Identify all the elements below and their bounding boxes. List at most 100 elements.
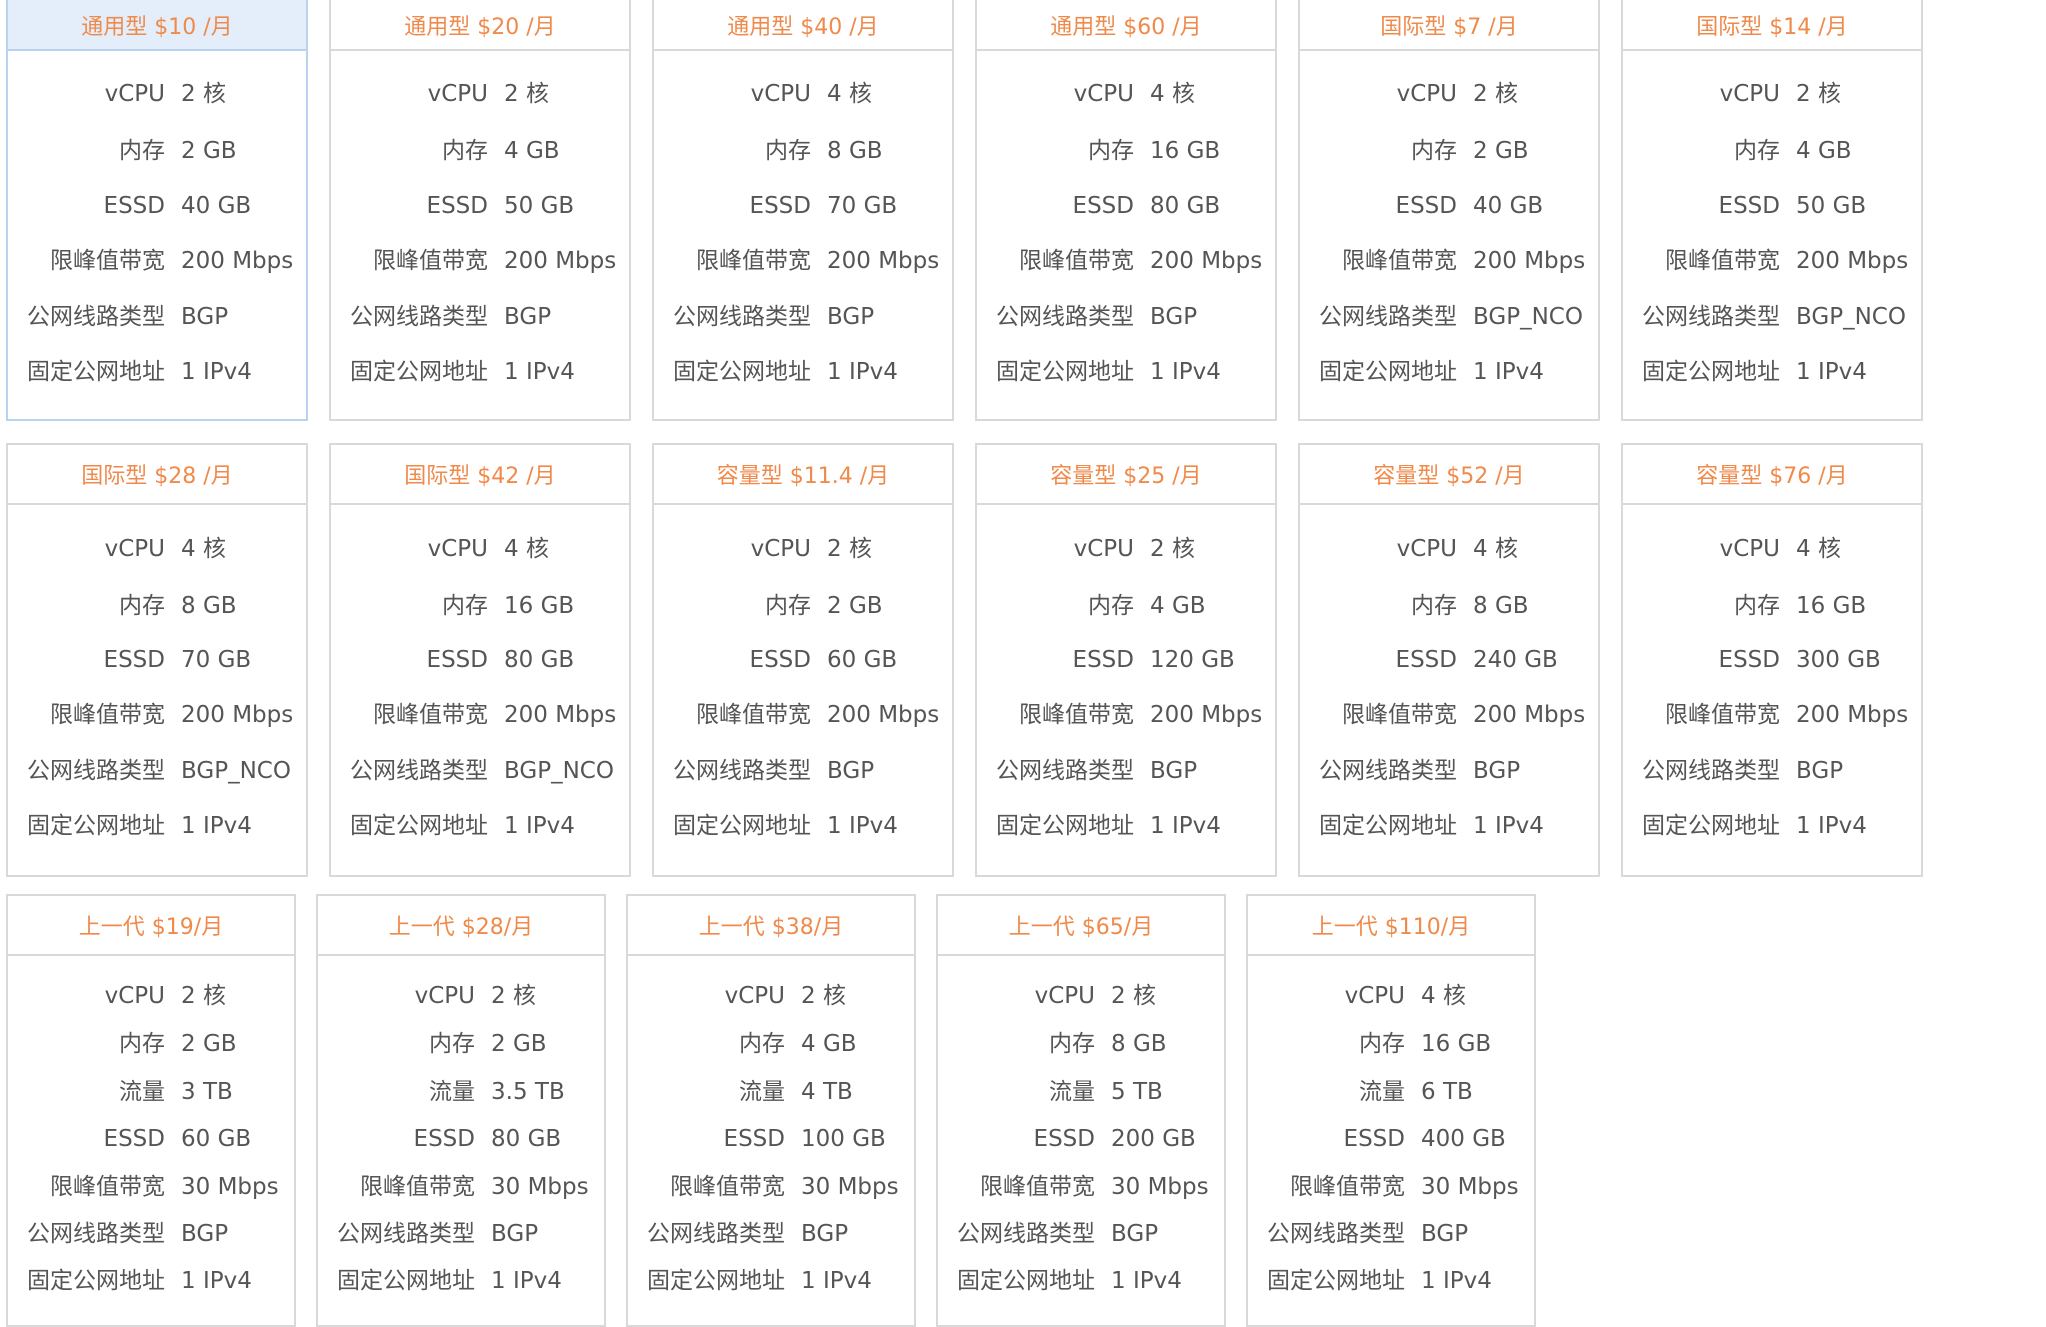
spec-value: BGP xyxy=(1111,1221,1159,1247)
spec-label: 内存 xyxy=(1411,138,1457,164)
spec-row: 固定公网地址 1 IPv4 xyxy=(654,811,952,841)
plan-card[interactable]: 容量型 $76 /月 vCPU 4 核 内存 16 GB ESSD 300 GB 限峰… xyxy=(1621,443,1923,877)
spec-value: 4 核 xyxy=(827,81,872,107)
spec-label: 公网线路类型 xyxy=(337,1221,475,1247)
spec-value: 4 GB xyxy=(1796,138,1852,164)
spec-label: 内存 xyxy=(1088,593,1134,619)
plan-card[interactable]: 容量型 $52 /月 vCPU 4 核 内存 8 GB ESSD 240 GB 限峰值… xyxy=(1298,443,1600,877)
spec-value: BGP xyxy=(491,1221,539,1247)
spec-row: 公网线路类型 BGP_NCO xyxy=(331,756,629,786)
spec-value: 1 IPv4 xyxy=(1150,359,1221,385)
spec-label: 内存 xyxy=(119,138,165,164)
spec-label: ESSD xyxy=(103,647,165,673)
plan-card[interactable]: 上一代 $110/月 vCPU 4 核 内存 16 GB 流量 6 TB ESSD 40… xyxy=(1246,894,1536,1327)
spec-row: vCPU 2 核 xyxy=(8,981,294,1011)
spec-row: 固定公网地址 1 IPv4 xyxy=(1248,1266,1534,1296)
spec-value: BGP xyxy=(1796,758,1844,784)
spec-value: 4 核 xyxy=(504,536,549,562)
spec-label: 固定公网地址 xyxy=(647,1268,785,1294)
spec-label: 公网线路类型 xyxy=(996,304,1134,330)
spec-label: 内存 xyxy=(119,1031,165,1057)
plan-card[interactable]: 通用型 $10 /月 vCPU 2 核 内存 2 GB ESSD 40 GB 限峰值带… xyxy=(6,0,308,421)
spec-row: vCPU 4 核 xyxy=(1623,534,1921,564)
spec-value: BGP_NCO xyxy=(1796,304,1906,330)
spec-row: vCPU 4 核 xyxy=(654,79,952,109)
spec-label: 流量 xyxy=(429,1079,475,1105)
spec-value: 4 核 xyxy=(1473,536,1518,562)
spec-row: 公网线路类型 BGP xyxy=(8,1219,294,1249)
spec-label: 内存 xyxy=(442,593,488,619)
plan-card[interactable]: 国际型 $14 /月 vCPU 2 核 内存 4 GB ESSD 50 GB 限峰值带… xyxy=(1621,0,1923,421)
plan-card[interactable]: 通用型 $40 /月 vCPU 4 核 内存 8 GB ESSD 70 GB 限峰值带… xyxy=(652,0,954,421)
spec-value: 16 GB xyxy=(1150,138,1221,164)
spec-value: 4 TB xyxy=(801,1079,853,1105)
spec-row: 固定公网地址 1 IPv4 xyxy=(1300,357,1598,387)
spec-row: 固定公网地址 1 IPv4 xyxy=(628,1266,914,1296)
spec-value: BGP xyxy=(1150,758,1198,784)
spec-label: vCPU xyxy=(1344,983,1405,1009)
spec-row: ESSD 200 GB xyxy=(938,1124,1224,1154)
plan-card[interactable]: 容量型 $11.4 /月 vCPU 2 核 内存 2 GB ESSD 60 GB 限峰… xyxy=(652,443,954,877)
spec-label: 内存 xyxy=(429,1031,475,1057)
spec-row: 内存 8 GB xyxy=(1300,591,1598,621)
spec-value: 4 GB xyxy=(801,1031,857,1057)
spec-label: 限峰值带宽 xyxy=(50,1174,165,1200)
spec-row: 限峰值带宽 200 Mbps xyxy=(1300,700,1598,730)
plan-title: 国际型 $42 /月 xyxy=(331,445,629,505)
spec-row: 公网线路类型 BGP xyxy=(1300,756,1598,786)
plan-card[interactable]: 上一代 $65/月 vCPU 2 核 内存 8 GB 流量 5 TB ESSD 200 … xyxy=(936,894,1226,1327)
spec-value: 2 GB xyxy=(181,138,237,164)
spec-row: vCPU 4 核 xyxy=(977,79,1275,109)
spec-label: 流量 xyxy=(1049,1079,1095,1105)
spec-row: 限峰值带宽 30 Mbps xyxy=(1248,1172,1534,1202)
spec-value: 1 IPv4 xyxy=(1473,359,1544,385)
plan-card[interactable]: 通用型 $20 /月 vCPU 2 核 内存 4 GB ESSD 50 GB 限峰值带… xyxy=(329,0,631,421)
spec-row: 固定公网地址 1 IPv4 xyxy=(8,357,306,387)
spec-row: 内存 2 GB xyxy=(654,591,952,621)
spec-label: 固定公网地址 xyxy=(337,1268,475,1294)
spec-row: 流量 3 TB xyxy=(8,1077,294,1107)
spec-row: 公网线路类型 BGP xyxy=(1248,1219,1534,1249)
spec-value: 1 IPv4 xyxy=(801,1268,872,1294)
plan-card[interactable]: 国际型 $28 /月 vCPU 4 核 内存 8 GB ESSD 70 GB 限峰值带… xyxy=(6,443,308,877)
spec-label: 限峰值带宽 xyxy=(50,702,165,728)
spec-label: 公网线路类型 xyxy=(27,304,165,330)
spec-label: 内存 xyxy=(765,593,811,619)
plan-card[interactable]: 上一代 $38/月 vCPU 2 核 内存 4 GB 流量 4 TB ESSD 100 … xyxy=(626,894,916,1327)
spec-value: 30 Mbps xyxy=(491,1174,589,1200)
spec-value: 200 Mbps xyxy=(1796,702,1909,728)
spec-row: 限峰值带宽 200 Mbps xyxy=(1623,700,1921,730)
spec-row: 固定公网地址 1 IPv4 xyxy=(331,811,629,841)
spec-value: 120 GB xyxy=(1150,647,1235,673)
spec-label: ESSD xyxy=(413,1126,475,1152)
spec-row: 公网线路类型 BGP_NCO xyxy=(1623,302,1921,332)
spec-label: vCPU xyxy=(1719,536,1780,562)
plan-card[interactable]: 容量型 $25 /月 vCPU 2 核 内存 4 GB ESSD 120 GB 限峰值… xyxy=(975,443,1277,877)
plan-title: 上一代 $110/月 xyxy=(1248,896,1534,956)
plan-card[interactable]: 国际型 $7 /月 vCPU 2 核 内存 2 GB ESSD 40 GB 限峰值带宽… xyxy=(1298,0,1600,421)
spec-value: 2 核 xyxy=(827,536,872,562)
spec-value: BGP_NCO xyxy=(1473,304,1583,330)
spec-value: 4 核 xyxy=(1796,536,1841,562)
spec-row: 内存 2 GB xyxy=(8,136,306,166)
plan-card[interactable]: 国际型 $42 /月 vCPU 4 核 内存 16 GB ESSD 80 GB 限峰值… xyxy=(329,443,631,877)
spec-value: 60 GB xyxy=(827,647,898,673)
spec-label: 内存 xyxy=(1088,138,1134,164)
spec-label: 固定公网地址 xyxy=(1642,359,1780,385)
plan-card[interactable]: 通用型 $60 /月 vCPU 4 核 内存 16 GB ESSD 80 GB 限峰值… xyxy=(975,0,1277,421)
spec-label: 内存 xyxy=(1734,138,1780,164)
plan-title: 通用型 $40 /月 xyxy=(654,0,952,51)
plan-card[interactable]: 上一代 $19/月 vCPU 2 核 内存 2 GB 流量 3 TB ESSD 60 G… xyxy=(6,894,296,1327)
spec-label: 限峰值带宽 xyxy=(670,1174,785,1200)
spec-value: BGP xyxy=(1421,1221,1469,1247)
plan-title: 容量型 $52 /月 xyxy=(1300,445,1598,505)
plan-card[interactable]: 上一代 $28/月 vCPU 2 核 内存 2 GB 流量 3.5 TB ESSD 80… xyxy=(316,894,606,1327)
spec-row: 内存 16 GB xyxy=(977,136,1275,166)
plan-title: 容量型 $11.4 /月 xyxy=(654,445,952,505)
plan-title: 上一代 $38/月 xyxy=(628,896,914,956)
spec-label: ESSD xyxy=(1072,647,1134,673)
spec-label: 固定公网地址 xyxy=(350,359,488,385)
spec-value: 16 GB xyxy=(504,593,575,619)
spec-label: 固定公网地址 xyxy=(1319,813,1457,839)
spec-value: 1 IPv4 xyxy=(1796,359,1867,385)
